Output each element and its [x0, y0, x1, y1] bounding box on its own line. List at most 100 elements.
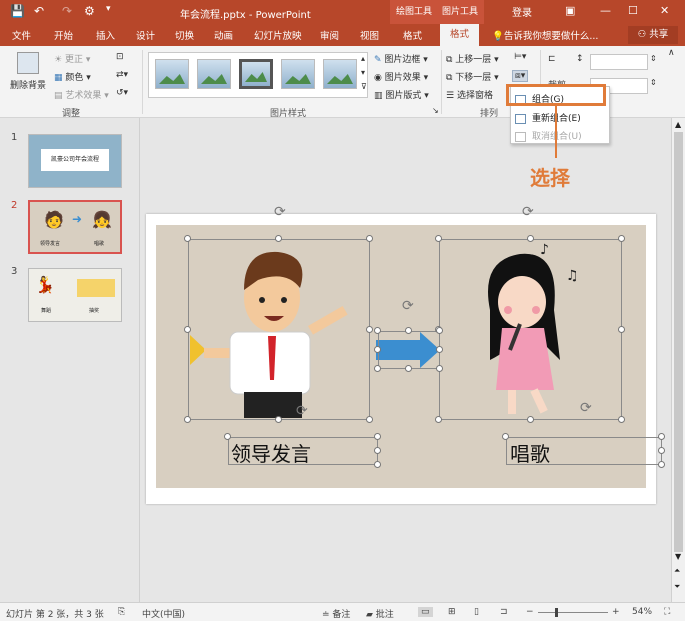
- scroll-up-icon[interactable]: ▲: [675, 120, 681, 129]
- scroll-down-icon[interactable]: ▼: [675, 552, 681, 561]
- bring-forward-button[interactable]: ⧉ 上移一层 ▾: [446, 52, 499, 65]
- zoom-slider[interactable]: [538, 612, 608, 613]
- resize-handle[interactable]: [224, 433, 231, 440]
- resize-handle[interactable]: [374, 433, 381, 440]
- spell-check-icon[interactable]: ⎘: [118, 607, 125, 617]
- resize-handle[interactable]: [436, 327, 443, 334]
- resize-handle[interactable]: [184, 235, 191, 242]
- slide-thumbnail-2[interactable]: 🧑 ➜ 👧 领导发言 唱歌: [28, 200, 122, 254]
- width-spinner-icon[interactable]: ⇕: [650, 78, 657, 87]
- tab-drawing-format[interactable]: 格式: [403, 28, 422, 42]
- reading-view-icon[interactable]: ▯: [474, 607, 479, 617]
- tab-view[interactable]: 视图: [360, 28, 379, 42]
- style-thumbnail[interactable]: [155, 59, 189, 89]
- corrections-button[interactable]: ☀ 更正 ▾: [54, 52, 90, 65]
- compress-pictures-icon[interactable]: ⊡: [116, 52, 124, 62]
- caption-leader-speech[interactable]: 领导发言: [231, 438, 311, 467]
- fit-to-window-icon[interactable]: ⛶: [664, 607, 670, 617]
- picture-styles-launcher-icon[interactable]: ↘: [432, 106, 439, 115]
- customize-icon[interactable]: ⚙: [84, 4, 95, 18]
- resize-handle[interactable]: [275, 416, 282, 423]
- resize-handle[interactable]: [502, 433, 509, 440]
- undo-icon[interactable]: ↶: [34, 4, 44, 18]
- align-button[interactable]: ⊨▾: [514, 52, 526, 62]
- tab-review[interactable]: 审阅: [320, 28, 339, 42]
- next-slide-icon[interactable]: ⏷: [674, 582, 680, 592]
- resize-handle[interactable]: [658, 447, 665, 454]
- resize-handle[interactable]: [658, 461, 665, 468]
- tab-slideshow[interactable]: 幻灯片放映: [254, 28, 302, 42]
- tell-me-search[interactable]: 💡告诉我你想要做什么...: [492, 28, 598, 42]
- scroll-thumb[interactable]: [674, 132, 683, 552]
- style-thumbnail[interactable]: [197, 59, 231, 89]
- quick-access-dropdown-icon[interactable]: ▾: [106, 4, 111, 14]
- zoom-level[interactable]: 54%: [632, 607, 652, 617]
- resize-handle[interactable]: [435, 416, 442, 423]
- tab-insert[interactable]: 插入: [96, 28, 115, 42]
- group-objects-button[interactable]: ⧈▾: [512, 70, 529, 82]
- redo-icon[interactable]: ↷: [62, 4, 72, 18]
- reset-picture-icon[interactable]: ↺▾: [116, 88, 128, 98]
- resize-handle[interactable]: [366, 235, 373, 242]
- zoom-out-icon[interactable]: −: [526, 607, 534, 617]
- save-icon[interactable]: 💾: [10, 4, 25, 18]
- collapse-ribbon-icon[interactable]: ∧: [668, 48, 675, 58]
- zoom-slider-thumb[interactable]: [555, 608, 558, 617]
- normal-view-icon[interactable]: ▭: [418, 607, 433, 617]
- slideshow-icon[interactable]: ⊐: [500, 607, 508, 617]
- artistic-effects-button[interactable]: ▤ 艺术效果 ▾: [54, 88, 109, 101]
- picture-layout-button[interactable]: ▥ 图片版式 ▾: [374, 88, 429, 101]
- gallery-scroll-down-icon[interactable]: ▾: [361, 68, 365, 77]
- resize-handle[interactable]: [374, 365, 381, 372]
- resize-handle[interactable]: [374, 447, 381, 454]
- previous-slide-icon[interactable]: ⏶: [674, 566, 680, 576]
- tab-transitions[interactable]: 切换: [175, 28, 194, 42]
- caption-singing[interactable]: 唱歌: [510, 438, 550, 467]
- share-button[interactable]: ⚇ 共享: [628, 26, 678, 44]
- slide-thumbnail-3[interactable]: 💃 舞蹈 抽奖: [28, 268, 122, 322]
- vertical-scrollbar[interactable]: ▲ ▼ ⏶ ⏷: [671, 118, 685, 602]
- menu-item-regroup[interactable]: 重新组合(E): [515, 111, 581, 124]
- slide-sorter-icon[interactable]: ⊞: [448, 607, 456, 617]
- resize-handle[interactable]: [435, 235, 442, 242]
- resize-handle[interactable]: [366, 326, 373, 333]
- zoom-in-icon[interactable]: +: [612, 607, 620, 617]
- resize-handle[interactable]: [658, 433, 665, 440]
- height-input[interactable]: [590, 54, 648, 70]
- resize-handle[interactable]: [405, 327, 412, 334]
- menu-item-ungroup[interactable]: 取消组合(U): [515, 129, 582, 142]
- rotate-handle-icon[interactable]: ⟳: [580, 400, 592, 416]
- style-thumbnail[interactable]: [281, 59, 315, 89]
- height-spinner-icon[interactable]: ⇕: [650, 54, 657, 63]
- resize-handle[interactable]: [184, 326, 191, 333]
- resize-handle[interactable]: [618, 235, 625, 242]
- color-button[interactable]: ▦ 颜色 ▾: [54, 70, 91, 83]
- change-picture-icon[interactable]: ⇄▾: [116, 70, 128, 80]
- resize-handle[interactable]: [374, 346, 381, 353]
- resize-handle[interactable]: [405, 365, 412, 372]
- restore-icon[interactable]: ☐: [628, 4, 638, 17]
- resize-handle[interactable]: [366, 416, 373, 423]
- rotate-handle-icon[interactable]: ⟳: [296, 403, 308, 419]
- rotate-handle-icon[interactable]: ⟳: [402, 298, 414, 314]
- ribbon-display-icon[interactable]: ▣: [565, 4, 575, 17]
- rotate-handle-icon[interactable]: ⟳: [274, 204, 286, 220]
- resize-handle[interactable]: [374, 327, 381, 334]
- comments-button[interactable]: ▰ 批注: [366, 607, 394, 620]
- resize-handle[interactable]: [275, 235, 282, 242]
- tab-animations[interactable]: 动画: [214, 28, 233, 42]
- resize-handle[interactable]: [527, 235, 534, 242]
- gallery-more-icon[interactable]: ⊽: [361, 82, 367, 91]
- resize-handle[interactable]: [436, 346, 443, 353]
- resize-handle[interactable]: [618, 326, 625, 333]
- slide-thumbnail-1[interactable]: 凯豪公司年会流程: [28, 134, 122, 188]
- tab-design[interactable]: 设计: [136, 28, 155, 42]
- resize-handle[interactable]: [436, 365, 443, 372]
- selection-pane-button[interactable]: ☰ 选择窗格: [446, 88, 493, 101]
- resize-handle[interactable]: [184, 416, 191, 423]
- rotate-handle-icon[interactable]: ⟳: [522, 204, 534, 220]
- gallery-scroll-up-icon[interactable]: ▴: [361, 54, 365, 63]
- tab-home[interactable]: 开始: [54, 28, 73, 42]
- tab-file[interactable]: 文件: [12, 28, 31, 42]
- resize-handle[interactable]: [374, 461, 381, 468]
